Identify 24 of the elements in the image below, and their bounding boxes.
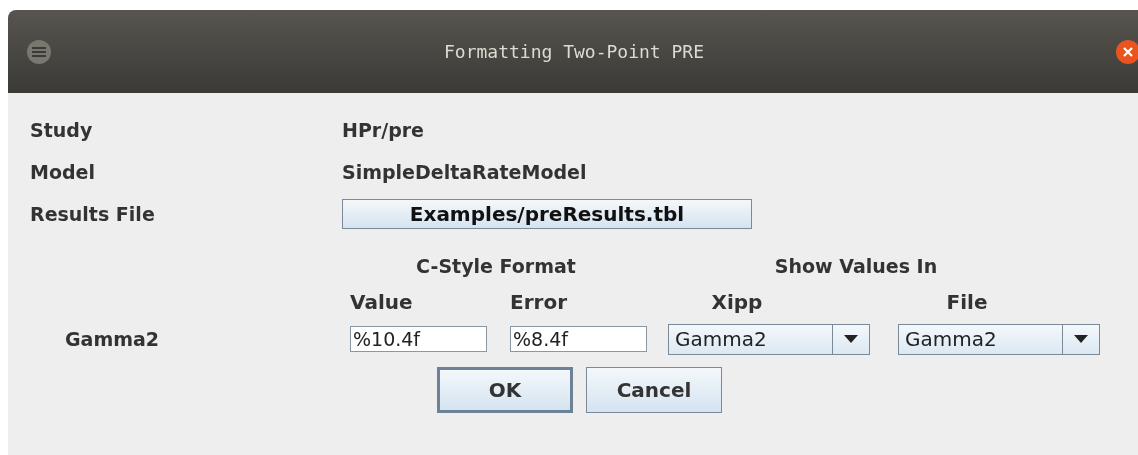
file-button[interactable]: Examples/preResults.tbl <box>342 199 752 229</box>
caret-icon <box>1074 335 1088 343</box>
field-label: Results File <box>30 201 156 227</box>
menu-icon[interactable] <box>26 38 52 65</box>
dialog-button[interactable]: Cancel <box>586 367 722 413</box>
column-heading: Xipp <box>710 289 764 316</box>
dropdown[interactable]: Gamma2 <box>668 323 870 355</box>
window-title: Formatting Two-Point PRE <box>443 40 706 64</box>
field-label: Study <box>30 117 94 143</box>
group-heading: C-Style Format <box>415 253 577 279</box>
group-heading: Show Values In <box>773 253 939 279</box>
row-label: Gamma2 <box>65 326 161 352</box>
dialog-button[interactable]: OK <box>437 367 573 413</box>
field-label: Model <box>30 159 96 185</box>
field-value: HPr/pre <box>342 117 424 143</box>
close-icon[interactable] <box>1116 39 1138 64</box>
value-format-field[interactable]: %10.4f <box>350 326 487 352</box>
field-value: SimpleDeltaRateModel <box>342 159 587 185</box>
caret-icon <box>844 335 858 343</box>
column-heading: Error <box>510 289 568 316</box>
column-heading: File <box>945 289 989 316</box>
error-format-field[interactable]: %8.4f <box>510 326 647 352</box>
dropdown[interactable]: Gamma2 <box>898 323 1100 355</box>
column-heading: Value <box>350 289 414 316</box>
